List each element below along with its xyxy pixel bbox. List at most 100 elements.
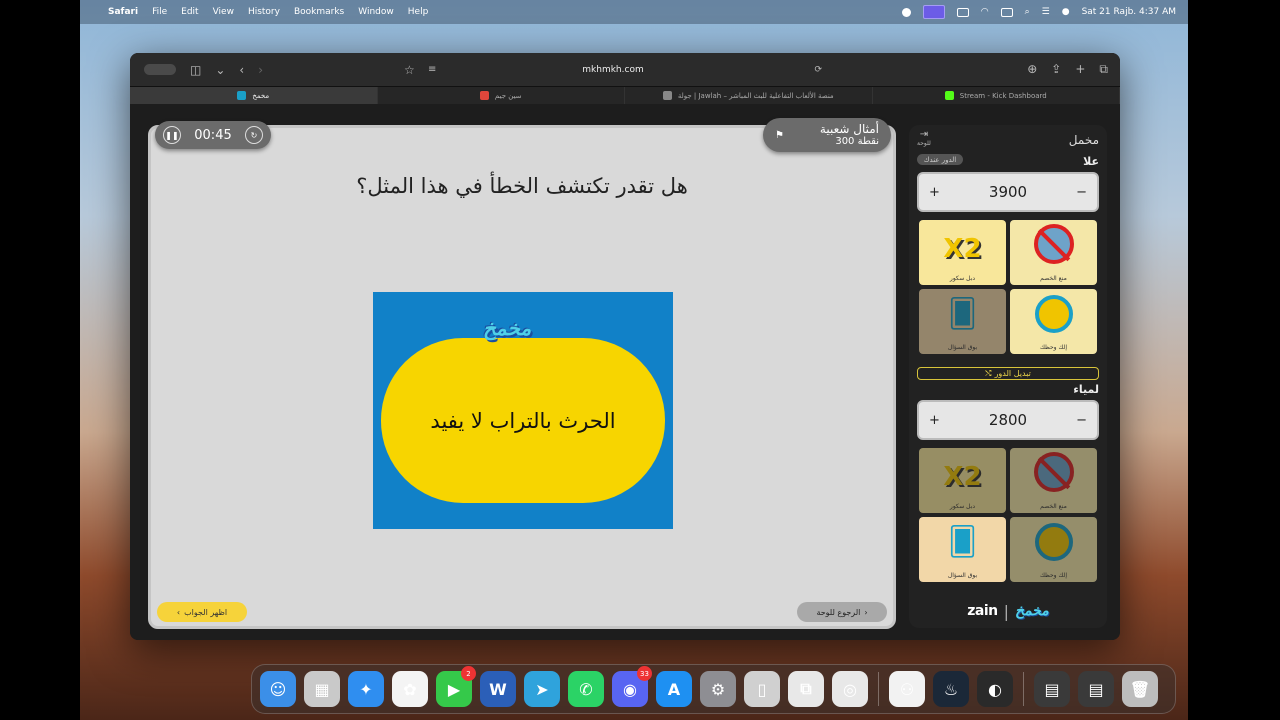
dock-separator — [878, 672, 879, 706]
tab-mkhmkh[interactable]: مخمخ — [130, 87, 378, 104]
report-flag-icon[interactable]: ⚑ — [775, 130, 784, 141]
back-icon[interactable]: ‹ — [239, 63, 244, 77]
menu-window[interactable]: Window — [358, 7, 394, 17]
tab-seen-jeem[interactable]: سين جيم — [377, 87, 625, 104]
swap-icon: ⤭ — [985, 368, 992, 378]
photos-icon[interactable]: ✿ — [392, 671, 428, 707]
x2-icon: X2 — [943, 462, 982, 492]
reload-icon[interactable]: ⟳ — [814, 65, 822, 75]
word-icon[interactable]: W — [480, 671, 516, 707]
control-center-icon[interactable]: ☰ — [1042, 7, 1050, 17]
iphone-mirroring-icon[interactable]: ▯ — [744, 671, 780, 707]
menu-history[interactable]: History — [248, 7, 280, 17]
page-menu-icon[interactable]: ≡ — [428, 64, 436, 75]
chrome-icon[interactable]: ◎ — [832, 671, 868, 707]
menu-datetime[interactable]: Sat 21 Rajb. 4:37 AM — [1082, 7, 1176, 17]
show-answer-button[interactable]: ‹ اظهر الجواب — [157, 602, 247, 622]
url-text[interactable]: mkhmkh.com — [582, 65, 643, 75]
decrement-score-button[interactable]: − — [1076, 185, 1087, 200]
wifi-icon[interactable]: ◠ — [981, 7, 989, 17]
luck-wheel-lifeline[interactable]: إلك وحظك — [1010, 289, 1097, 354]
back-to-board-button[interactable]: الرجوع للوحة › — [797, 602, 887, 622]
wheel-icon — [1034, 523, 1073, 561]
menu-edit[interactable]: Edit — [181, 7, 198, 17]
app-store-icon[interactable]: A — [656, 671, 692, 707]
footer-divider: | — [1003, 601, 1010, 621]
system-settings-icon[interactable]: ⚙ — [700, 671, 736, 707]
question-horn-lifeline[interactable]: 🂠 بوق السؤال — [919, 289, 1006, 354]
tab-title: سين جيم — [494, 91, 522, 100]
tab-favicon-icon — [944, 91, 954, 100]
battery-icon[interactable] — [956, 7, 969, 17]
new-tab-icon[interactable]: + — [1075, 62, 1085, 77]
keyboard-input-icon[interactable] — [1000, 7, 1013, 17]
team-1-name: علا — [1083, 155, 1099, 168]
double-score-lifeline[interactable]: X2 دبل سكور — [919, 448, 1006, 513]
question-panel: ❚❚ 00:45 ↻ ⚑ أمثال شعبية 300 نقطة هل تقد… — [148, 118, 896, 629]
menu-app-name[interactable]: Safari — [108, 7, 138, 17]
forward-icon[interactable]: › — [258, 63, 263, 77]
downloads-icon[interactable]: ⊕ — [1027, 62, 1037, 77]
menu-file[interactable]: File — [152, 7, 167, 17]
tab-title: مخمخ — [252, 91, 270, 100]
safari-icon[interactable]: ✦ — [348, 671, 384, 707]
increment-score-button[interactable]: + — [929, 185, 940, 200]
trash-icon[interactable]: 🗑 — [1122, 671, 1158, 707]
reset-timer-icon[interactable]: ↻ — [245, 126, 263, 144]
double-score-lifeline[interactable]: X2 دبل سكور — [919, 220, 1006, 285]
window-controls[interactable] — [144, 64, 176, 75]
lifeline-label: دبل سكور — [949, 275, 976, 282]
team-1-score: + 3900 − — [917, 172, 1099, 212]
lifeline-label: منع الخصم — [1040, 275, 1067, 282]
obs-icon[interactable]: ◐ — [977, 671, 1013, 707]
team-1-score-value: 3900 — [988, 183, 1028, 201]
menu-view[interactable]: View — [213, 7, 234, 17]
question-horn-lifeline[interactable]: 🂠 بوق السؤال — [919, 517, 1006, 582]
exit-to-board-button[interactable]: ⇥ للوحة — [917, 129, 931, 147]
chevron-left-icon: ‹ — [176, 607, 181, 617]
cards-icon: 🂠 — [948, 297, 977, 330]
steam-icon[interactable]: ♨ — [933, 671, 969, 707]
discord-icon[interactable]: ◉ 33 — [612, 666, 652, 707]
parallels-icon[interactable]: ⧉ — [788, 671, 824, 707]
finder-icon[interactable]: ☺ — [260, 671, 296, 707]
tab-group-chevron-icon[interactable]: ⌄ — [215, 63, 225, 77]
luck-wheel-lifeline[interactable]: إلك وحظك — [1010, 517, 1097, 582]
tab-kick-dashboard[interactable]: Stream - Kick Dashboard — [872, 87, 1120, 104]
lifeline-label: دبل سكور — [949, 503, 976, 510]
screen-share-icon[interactable] — [922, 5, 945, 19]
switch-turn-button[interactable]: ⤭ تبديل الدور — [917, 367, 1099, 380]
sidebar-toggle-icon[interactable]: ◫ — [190, 63, 201, 77]
switch-turn-label: تبديل الدور — [994, 369, 1031, 378]
bookmark-star-icon[interactable]: ☆ — [404, 63, 415, 77]
block-opponent-lifeline[interactable]: منع الخصم — [1010, 448, 1097, 513]
block-icon — [1033, 452, 1074, 492]
menu-help[interactable]: Help — [408, 7, 429, 17]
automator-icon[interactable]: ⚇ — [889, 671, 925, 707]
timer-value: 00:45 — [194, 127, 232, 143]
siri-icon[interactable]: ● — [1062, 7, 1070, 17]
facetime-icon[interactable]: ▶ 2 — [436, 666, 476, 707]
tab-jawlah[interactable]: جولة | Jawlah – منصة الألعاب التفاعلية ل… — [625, 87, 873, 104]
turn-badge: الدور عندك — [917, 154, 963, 165]
stack-folder-icon[interactable]: ▤ — [1034, 671, 1070, 707]
lifeline-label: بوق السؤال — [947, 344, 978, 351]
lifeline-label: إلك وحظك — [1039, 344, 1068, 351]
whatsapp-icon[interactable]: ✆ — [568, 671, 604, 707]
increment-score-button[interactable]: + — [929, 413, 940, 428]
decrement-score-button[interactable]: − — [1076, 413, 1087, 428]
spotlight-search-icon[interactable]: ⌕ — [1025, 7, 1030, 17]
address-bar[interactable]: ☆ ≡ mkhmkh.com ⟳ — [398, 59, 828, 80]
block-opponent-lifeline[interactable]: منع الخصم — [1010, 220, 1097, 285]
tab-overview-icon[interactable]: ⧉ — [1099, 62, 1108, 77]
proverb-text: الحرث بالتراب لا يفيد — [430, 408, 616, 433]
stack-folder-2-icon[interactable]: ▤ — [1078, 671, 1114, 707]
back-to-board-label: الرجوع للوحة — [816, 607, 861, 617]
recording-status-icon[interactable] — [901, 7, 911, 17]
menu-bookmarks[interactable]: Bookmarks — [294, 7, 344, 17]
share-icon[interactable]: ⇪ — [1051, 62, 1061, 77]
pause-icon[interactable]: ❚❚ — [163, 126, 181, 144]
telegram-icon[interactable]: ➤ — [524, 671, 560, 707]
timer: ❚❚ 00:45 ↻ — [155, 121, 271, 149]
launchpad-icon[interactable]: ▦ — [304, 671, 340, 707]
